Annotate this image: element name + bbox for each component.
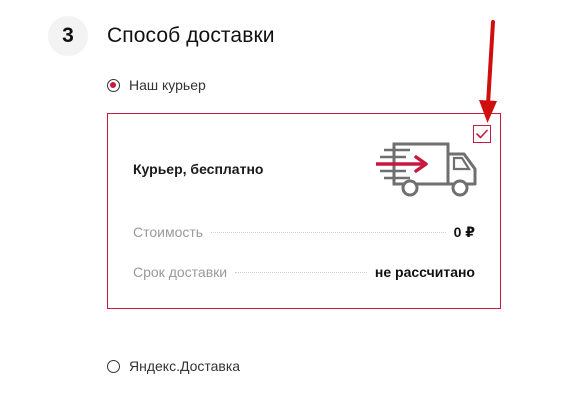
term-row: Срок доставки не рассчитано: [133, 264, 475, 280]
delivery-option-yandex[interactable]: Яндекс.Доставка: [107, 358, 240, 374]
radio-yandex[interactable]: [107, 359, 120, 373]
delivery-option-courier[interactable]: Наш курьер: [107, 77, 206, 93]
cost-value: 0 ₽: [453, 224, 475, 240]
radio-courier-label: Наш курьер: [129, 77, 206, 93]
radio-courier[interactable]: [107, 78, 120, 92]
section-title: Способ доставки: [107, 24, 275, 47]
term-leader: [235, 272, 367, 273]
red-arrow-icon: [479, 20, 497, 123]
cost-leader: [211, 232, 446, 233]
cost-label: Стоимость: [133, 224, 204, 240]
cost-row: Стоимость 0 ₽: [133, 224, 475, 241]
checkout-delivery-step: 3 Способ доставки Наш курьер Курьер, бес…: [0, 0, 571, 414]
term-label: Срок доставки: [133, 264, 228, 280]
courier-option-card[interactable]: Курьер, бесплатно Стоимость 0 ₽ Срок дос…: [107, 113, 501, 309]
radio-yandex-label: Яндекс.Доставка: [129, 358, 241, 374]
term-value: не рассчитано: [374, 264, 475, 280]
card-title: Курьер, бесплатно: [133, 161, 264, 177]
check-icon: [476, 129, 488, 139]
step-number: 3: [48, 16, 88, 56]
truck-icon: [376, 142, 477, 197]
